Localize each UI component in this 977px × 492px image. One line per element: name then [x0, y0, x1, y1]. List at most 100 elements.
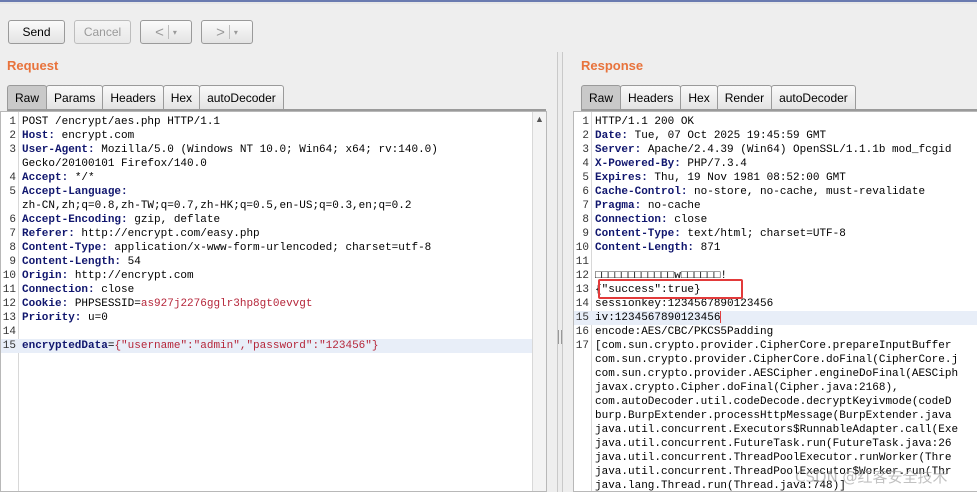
forward-button[interactable]: > ▾	[201, 20, 253, 44]
header-key: Content-Type:	[595, 228, 681, 240]
header-value: u=0	[81, 312, 108, 324]
code-line: com.autoDecoder.util.codeDecode.decryptK…	[574, 395, 977, 409]
header-value: com.sun.crypto.provider.CipherCore.doFin…	[595, 354, 959, 366]
line-number: 12	[575, 270, 589, 282]
request-tabs: Raw Params Headers Hex autoDecoder	[7, 85, 284, 109]
header-value: java.util.concurrent.Executors$RunnableA…	[595, 424, 959, 436]
code-line: javax.crypto.Cipher.doFinal(Cipher.java:…	[574, 381, 977, 395]
line-number: 3	[9, 144, 16, 156]
tab-autodecoder[interactable]: autoDecoder	[771, 85, 856, 109]
code-line: 3 Server: Apache/2.4.39 (Win64) OpenSSL/1…	[574, 143, 977, 157]
header-value: text/html; charset=UTF-8	[680, 228, 846, 240]
tab-hex[interactable]: Hex	[680, 85, 718, 109]
cancel-button[interactable]: Cancel	[74, 20, 131, 44]
send-button[interactable]: Send	[8, 20, 65, 44]
header-value: 54	[121, 256, 141, 268]
tab-raw[interactable]: Raw	[7, 85, 48, 109]
header-key: Referer:	[22, 228, 75, 240]
param-value: as927j2276gglr3hp8gt0evvgt	[140, 298, 313, 310]
header-value: http://encrypt.com/easy.php	[74, 228, 260, 240]
response-editor[interactable]: 1 HTTP/1.1 200 OK 2 Date: Tue, 07 Oct 2025 …	[573, 111, 977, 492]
line-text: Server: Apache/2.4.39 (Win64) OpenSSL/1.…	[595, 143, 951, 157]
line-text: Content-Length: 871	[595, 241, 720, 255]
line-text: encode:AES/CBC/PKCS5Padding	[595, 325, 773, 339]
dropdown-icon: ▾	[233, 27, 238, 37]
tab-headers[interactable]: Headers	[102, 85, 164, 109]
scroll-up-icon[interactable]: ▲	[535, 114, 544, 124]
header-value: POST /encrypt/aes.php HTTP/1.1	[22, 116, 221, 128]
line-number: 5	[9, 186, 16, 198]
code-line: 7 Pragma: no-cache	[574, 199, 977, 213]
line-number: 3	[582, 144, 589, 156]
header-value: Thu, 19 Nov 1981 08:52:00 GMT	[647, 172, 846, 184]
code-line: 15 iv:1234567890123456	[574, 311, 977, 325]
header-value: http://encrypt.com	[68, 270, 194, 282]
code-line: 1 HTTP/1.1 200 OK	[574, 115, 977, 129]
header-key: Connection:	[595, 214, 668, 226]
line-number: 4	[582, 158, 589, 170]
code-line: 5 Expires: Thu, 19 Nov 1981 08:52:00 GMT	[574, 171, 977, 185]
line-number: 13	[575, 284, 589, 296]
request-scrollbar[interactable]: ▲	[532, 112, 546, 491]
header-key: Content-Length:	[22, 256, 122, 268]
code-line: 17 [com.sun.crypto.provider.CipherCore.pr…	[574, 339, 977, 353]
request-title: Request	[7, 58, 59, 73]
line-text: Expires: Thu, 19 Nov 1981 08:52:00 GMT	[595, 171, 846, 185]
code-line: 4 Accept: */*	[1, 171, 546, 185]
header-value: java.util.concurrent.FutureTask.run(Futu…	[595, 438, 952, 450]
header-key: Origin:	[22, 270, 69, 282]
code-line: zh-CN,zh;q=0.8,zh-TW;q=0.7,zh-HK;q=0.5,e…	[1, 199, 546, 213]
tab-params[interactable]: Params	[46, 85, 104, 109]
tab-headers[interactable]: Headers	[620, 85, 682, 109]
line-text: POST /encrypt/aes.php HTTP/1.1	[22, 115, 220, 129]
code-line: 6 Accept-Encoding: gzip, deflate	[1, 213, 546, 227]
tab-render[interactable]: Render	[716, 85, 773, 109]
divider-grip-icon[interactable]	[558, 330, 562, 344]
line-number: 13	[2, 312, 16, 324]
code-line: 8 Connection: close	[574, 213, 977, 227]
line-text: java.util.concurrent.Executors$RunnableA…	[595, 423, 958, 437]
line-number: 7	[9, 228, 16, 240]
header-key: Content-Length:	[595, 242, 695, 254]
header-key: User-Agent:	[22, 144, 95, 156]
line-number: 2	[9, 130, 16, 142]
line-text: Date: Tue, 07 Oct 2025 19:45:59 GMT	[595, 129, 826, 143]
line-number: 12	[2, 298, 16, 310]
header-key: Accept-Encoding:	[22, 214, 128, 226]
line-number: 8	[582, 214, 589, 226]
line-number: 5	[582, 172, 589, 184]
line-text: Gecko/20100101 Firefox/140.0	[22, 157, 207, 171]
header-value: com.autoDecoder.util.codeDecode.decryptK…	[595, 396, 952, 408]
header-key: Pragma:	[595, 200, 642, 212]
code-line: 11	[574, 255, 977, 269]
header-value: Apache/2.4.39 (Win64) OpenSSL/1.1.1b mod…	[641, 144, 952, 156]
line-number: 11	[575, 256, 589, 268]
header-value: HTTP/1.1 200 OK	[595, 116, 695, 128]
cancel-label: Cancel	[83, 25, 122, 39]
header-value: com.sun.crypto.provider.AESCipher.engine…	[595, 368, 959, 380]
header-key: Accept-Language:	[22, 186, 128, 198]
code-line: 12 Cookie: PHPSESSID=as927j2276gglr3hp8gt…	[1, 297, 546, 311]
line-number: 6	[9, 214, 16, 226]
header-value: burp.BurpExtender.processHttpMessage(Bur…	[595, 410, 952, 422]
line-number: 1	[582, 116, 589, 128]
tab-raw[interactable]: Raw	[581, 85, 622, 109]
tab-hex[interactable]: Hex	[162, 85, 201, 109]
code-line: 1 POST /encrypt/aes.php HTTP/1.1	[1, 115, 546, 129]
line-number: 11	[2, 284, 16, 296]
request-editor[interactable]: 1 POST /encrypt/aes.php HTTP/1.1 2 Host: en…	[0, 111, 547, 492]
header-value: iv:1234567890123456	[595, 312, 721, 324]
code-line: 3 User-Agent: Mozilla/5.0 (Windows NT 10.…	[1, 143, 546, 157]
response-title: Response	[581, 58, 644, 73]
code-line: 2 Date: Tue, 07 Oct 2025 19:45:59 GMT	[574, 129, 977, 143]
line-text: encryptedData={"username":"admin","passw…	[22, 339, 378, 353]
back-button[interactable]: < ▾	[140, 20, 192, 44]
code-line: 6 Cache-Control: no-store, no-cache, must…	[574, 185, 977, 199]
header-value: PHP/7.3.4	[680, 158, 747, 170]
header-key: Expires:	[595, 172, 648, 184]
code-line: Gecko/20100101 Firefox/140.0	[1, 157, 546, 171]
line-number: 6	[582, 186, 589, 198]
header-key: Date:	[595, 130, 629, 142]
tab-autodecoder[interactable]: autoDecoder	[199, 85, 284, 109]
code-line: 16 encode:AES/CBC/PKCS5Padding	[574, 325, 977, 339]
